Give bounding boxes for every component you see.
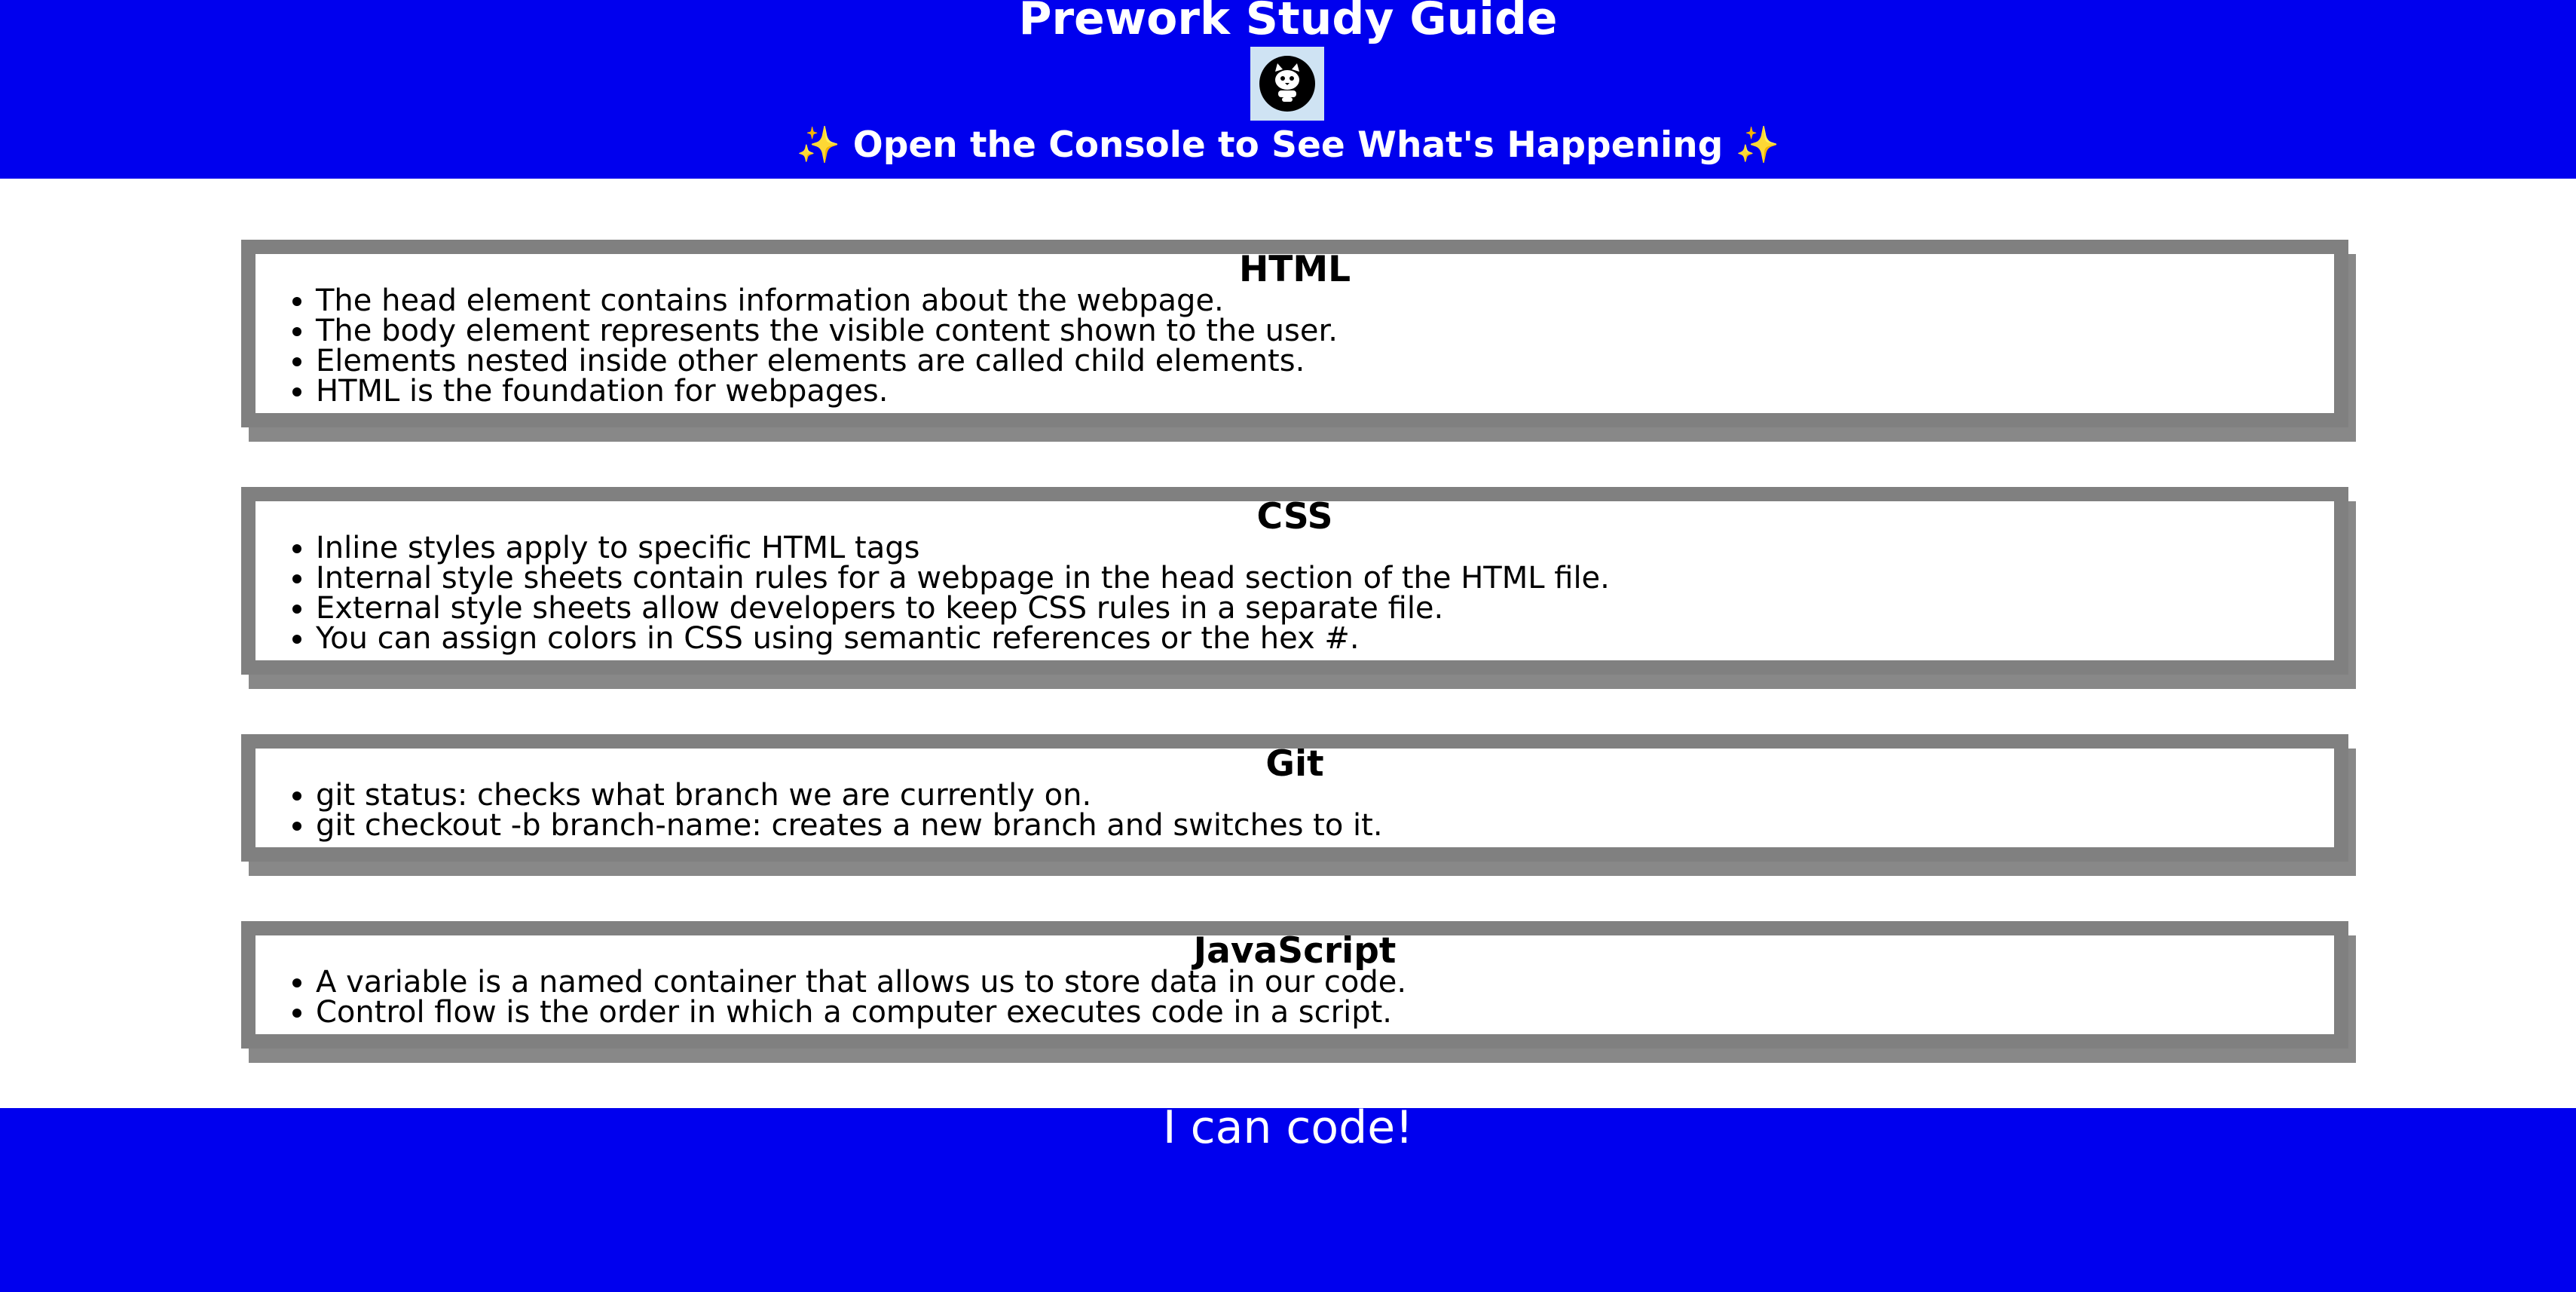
card-title: CSS: [1256, 496, 1333, 537]
list-item: Elements nested inside other elements ar…: [316, 346, 2334, 376]
console-hint-text: Open the Console to See What's Happening: [852, 124, 1724, 166]
page-header: Prework Study Guide ✨ Open the Console t…: [0, 0, 2576, 179]
list-item: git status: checks what branch we are cu…: [316, 780, 2334, 810]
card-list: A variable is a named container that all…: [255, 967, 2334, 1027]
sparkle-icon: ✨: [796, 124, 841, 166]
html-card: HTML The head element contains informati…: [241, 240, 2348, 427]
css-card: CSS Inline styles apply to specific HTML…: [241, 487, 2348, 675]
logo: [1250, 47, 1324, 121]
card-title: HTML: [1238, 249, 1351, 290]
page-footer: I can code!: [0, 1101, 2576, 1292]
list-item: The body element represents the visible …: [316, 316, 2334, 346]
card-title: JavaScript: [1193, 930, 1397, 972]
card-list: git status: checks what branch we are cu…: [255, 780, 2334, 840]
git-card: Git git status: checks what branch we ar…: [241, 734, 2348, 862]
list-item: HTML is the foundation for webpages.: [316, 376, 2334, 406]
footer-text: I can code!: [1162, 1101, 1414, 1154]
list-item: A variable is a named container that all…: [316, 967, 2334, 997]
sparkle-icon: ✨: [1735, 124, 1780, 166]
list-item: Inline styles apply to specific HTML tag…: [316, 533, 2334, 563]
list-item: External style sheets allow developers t…: [316, 593, 2334, 623]
list-item: Internal style sheets contain rules for …: [316, 563, 2334, 593]
card-list: Inline styles apply to specific HTML tag…: [255, 533, 2334, 654]
list-item: The head element contains information ab…: [316, 286, 2334, 316]
javascript-card: JavaScript A variable is a named contain…: [241, 921, 2348, 1049]
list-item: You can assign colors in CSS using seman…: [316, 623, 2334, 654]
card-title: Git: [1265, 743, 1324, 785]
list-item: Control flow is the order in which a com…: [316, 997, 2334, 1027]
cat-logo-icon: [1259, 56, 1315, 112]
list-item: git checkout -b branch-name: creates a n…: [316, 810, 2334, 840]
card-list: The head element contains information ab…: [255, 286, 2334, 406]
console-hint: ✨ Open the Console to See What's Happeni…: [0, 122, 2576, 169]
page-title: Prework Study Guide: [1018, 0, 1558, 45]
